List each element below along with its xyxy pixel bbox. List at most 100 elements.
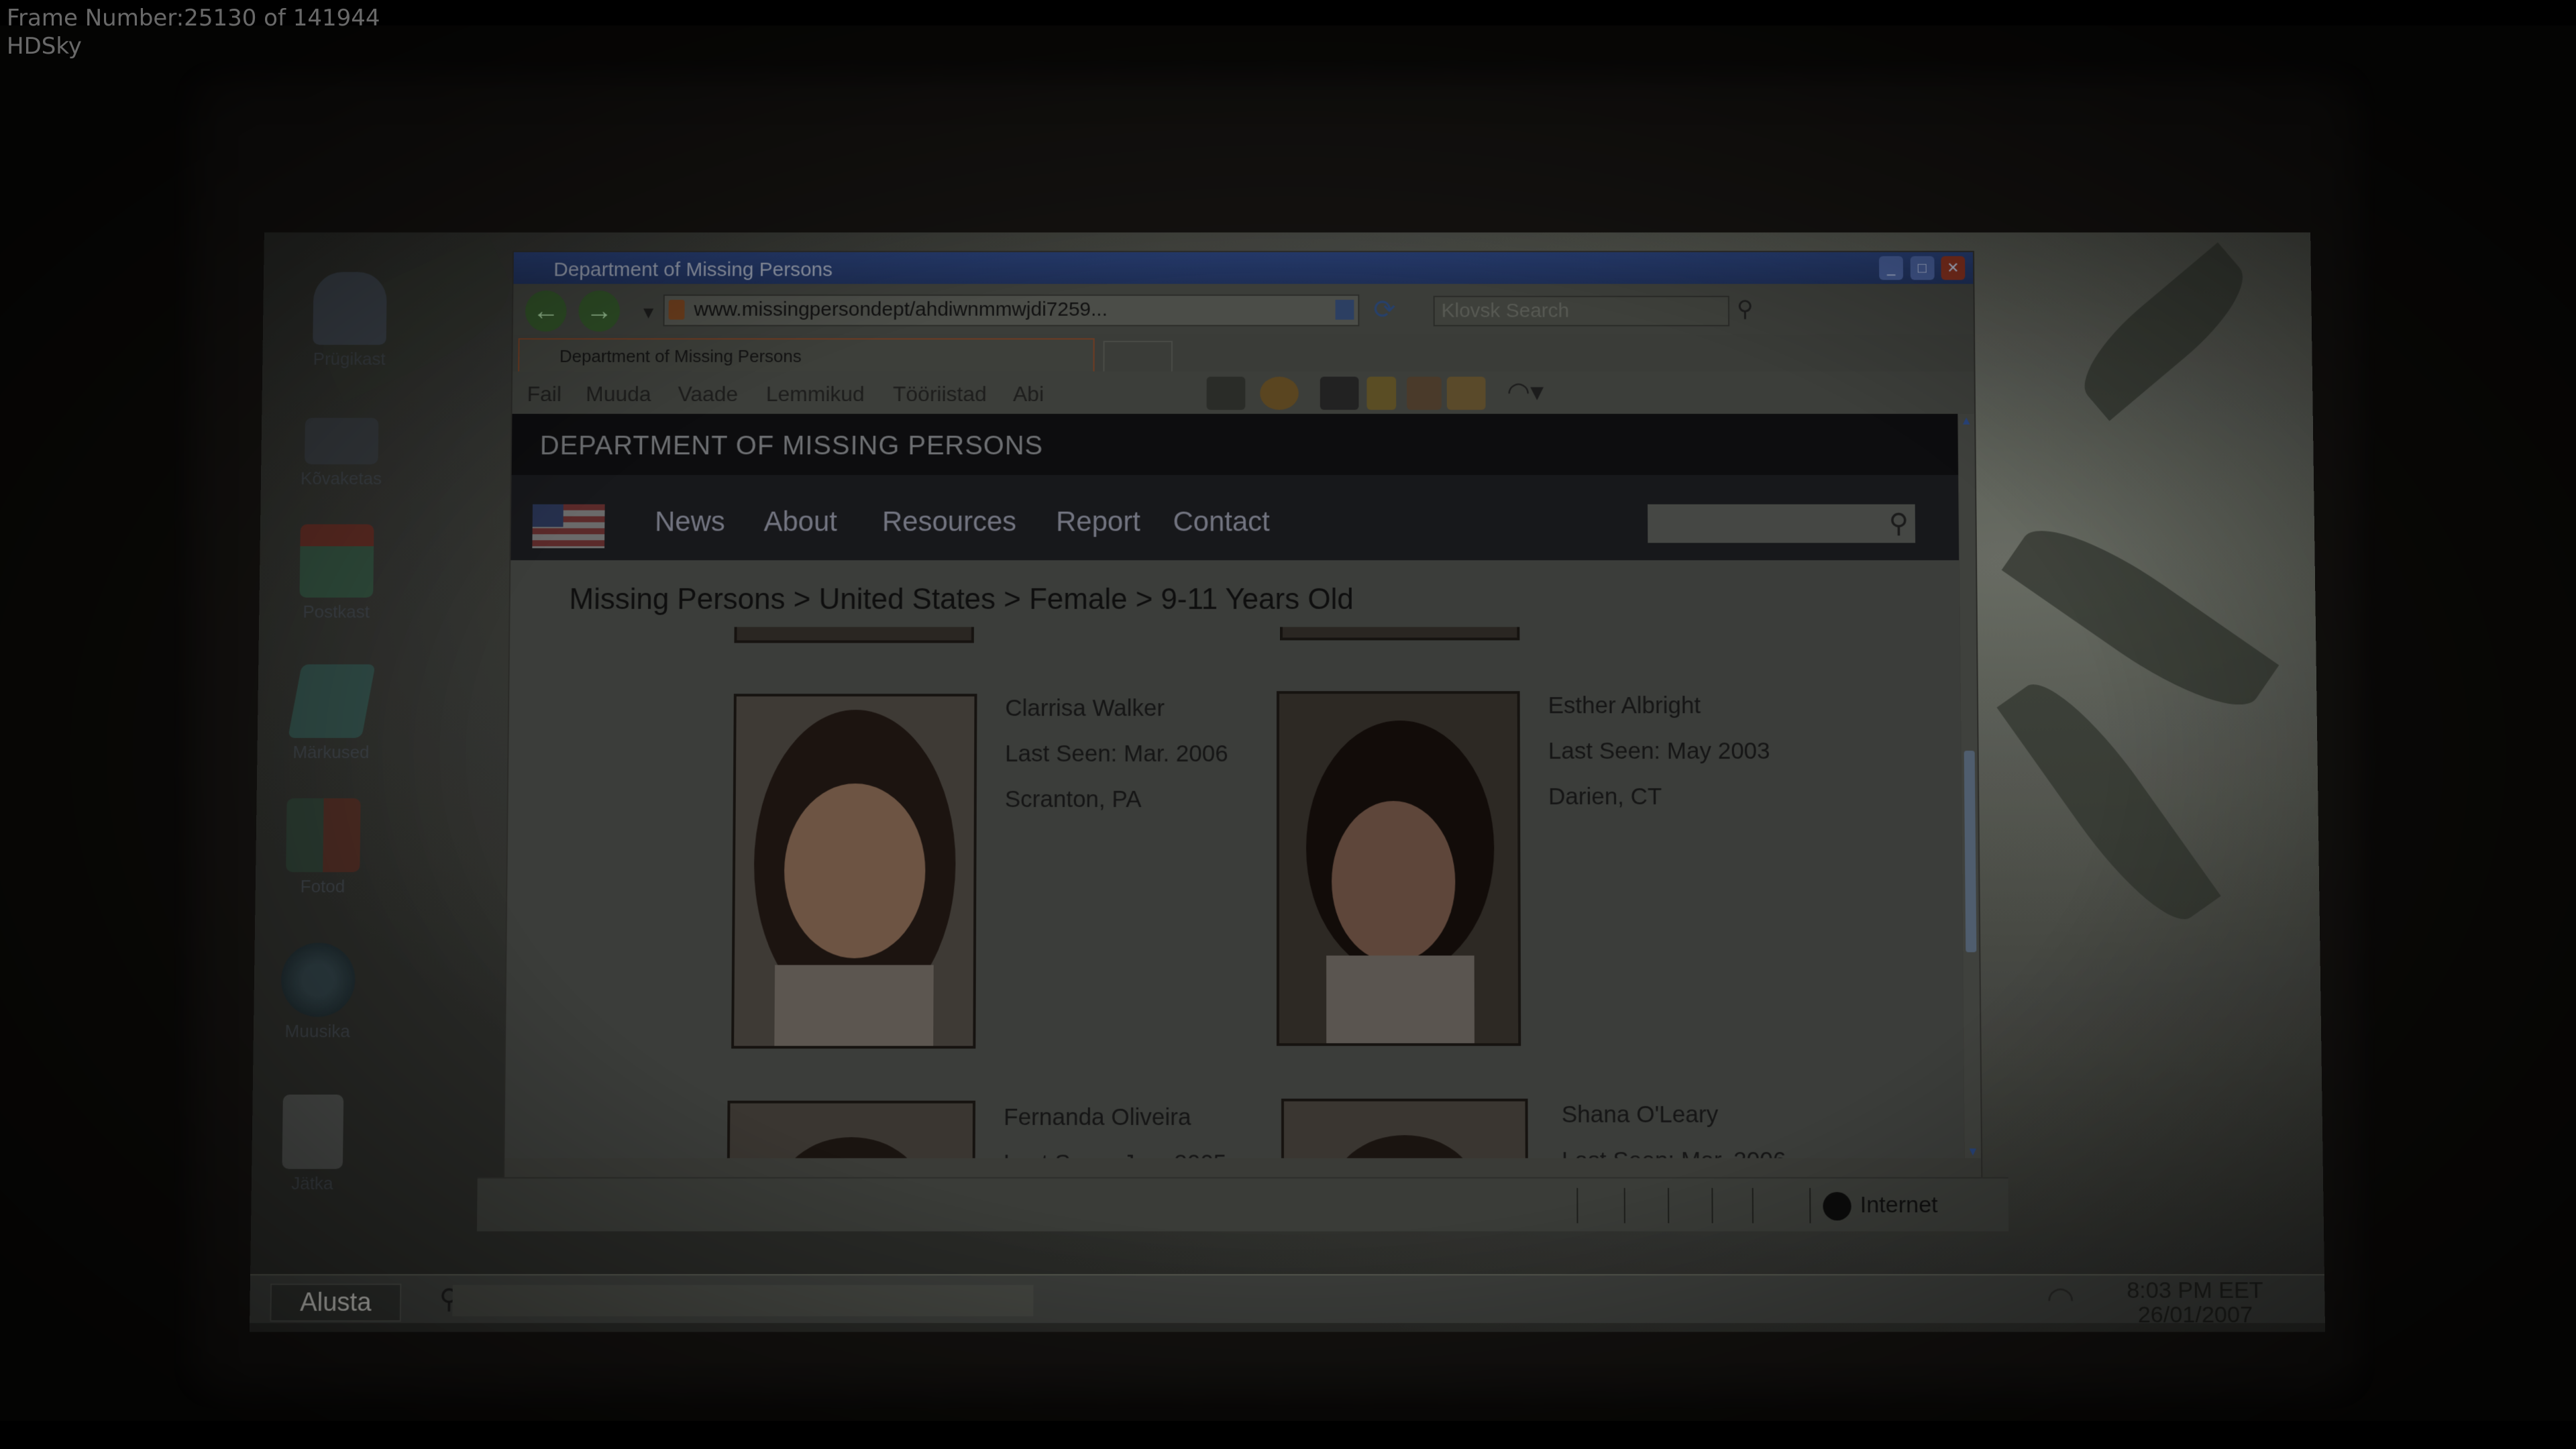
- mail-icon[interactable]: [1446, 376, 1486, 410]
- new-tab-button[interactable]: [1103, 341, 1173, 373]
- nav-news[interactable]: News: [655, 506, 725, 538]
- portrait-image: [734, 696, 975, 1049]
- menu-view[interactable]: Vaade: [678, 382, 738, 407]
- menu-file[interactable]: Fail: [527, 382, 562, 407]
- search-icon[interactable]: ⚲: [1889, 508, 1909, 539]
- breadcrumb: Missing Persons > United States > Female…: [569, 582, 1354, 616]
- tab-missing-persons[interactable]: Department of Missing Persons: [518, 338, 1095, 373]
- person-photo[interactable]: [1276, 691, 1521, 1046]
- person-photo[interactable]: [1281, 1098, 1528, 1159]
- menu-bar: Fail Muuda Vaade Lemmikud Tööriistad Abi…: [512, 371, 1975, 414]
- taskbar-search-field[interactable]: [452, 1285, 1034, 1317]
- address-bar[interactable]: www.missingpersondept/ahdiwnmmwjdi7259..…: [663, 294, 1360, 327]
- contacts-icon[interactable]: [1407, 376, 1442, 410]
- person-name[interactable]: Shana O'Leary: [1562, 1102, 1719, 1128]
- desktop-icon-document[interactable]: Jätka: [262, 1094, 364, 1194]
- site-header: DEPARTMENT OF MISSING PERSONS: [511, 413, 1959, 476]
- lock-icon: [668, 299, 685, 320]
- start-button[interactable]: Alusta: [270, 1283, 402, 1322]
- person-name[interactable]: Esther Albright: [1548, 692, 1701, 719]
- menu-tools[interactable]: Tööriistad: [893, 382, 987, 407]
- desktop-icon-music[interactable]: Muusika: [267, 943, 369, 1042]
- status-divider: [1711, 1187, 1713, 1224]
- favorites-star-icon[interactable]: [1260, 376, 1299, 410]
- desktop-icon-label: Prügikast: [313, 348, 386, 369]
- person-last-seen: Last Seen: Mar. 2006: [1005, 741, 1228, 767]
- desktop-icon-label: Märkused: [292, 742, 370, 763]
- print-icon[interactable]: [1320, 376, 1359, 410]
- status-divider: [1623, 1187, 1625, 1224]
- portrait-image: [729, 1103, 973, 1159]
- note-icon[interactable]: [1366, 376, 1397, 410]
- clock-date: 26/01/2007: [2137, 1301, 2253, 1328]
- hard-drive-icon: [305, 417, 379, 465]
- mailbox-icon: [299, 524, 374, 598]
- status-divider: [1668, 1187, 1670, 1224]
- person-photo[interactable]: [727, 1100, 976, 1159]
- scrollbar-thumb[interactable]: [1964, 751, 1977, 953]
- browser-search-input[interactable]: Klovsk Search: [1433, 295, 1730, 327]
- notes-icon: [288, 664, 376, 739]
- window-title: Department of Missing Persons: [553, 258, 833, 281]
- status-zone: Internet: [1860, 1191, 1938, 1218]
- screen: Prügikast Kõvaketas Postkast Märkused Fo…: [249, 232, 2326, 1332]
- nav-resources[interactable]: Resources: [882, 506, 1016, 538]
- desktop-icon-recycle-bin[interactable]: Prügikast: [299, 272, 400, 369]
- music-icon: [280, 943, 356, 1017]
- maximize-button[interactable]: □: [1910, 256, 1935, 280]
- person-photo[interactable]: [731, 694, 977, 1049]
- tab-label: Department of Missing Persons: [559, 346, 802, 366]
- wifi-dropdown-icon[interactable]: ◠▾: [1507, 377, 1580, 410]
- status-divider: [1752, 1187, 1754, 1224]
- wallpaper-leaf: [2065, 242, 2261, 421]
- person-name[interactable]: Fernanda Oliveira: [1004, 1104, 1191, 1131]
- back-button[interactable]: ←: [525, 290, 567, 332]
- desktop-icon-label: Postkast: [303, 601, 370, 622]
- menu-favorites[interactable]: Lemmikud: [766, 382, 865, 407]
- nav-contact[interactable]: Contact: [1173, 506, 1270, 538]
- taskbar-clock[interactable]: 8:03 PM EET 26/01/2007: [2114, 1277, 2276, 1328]
- home-icon[interactable]: [1206, 376, 1246, 410]
- history-dropdown-icon[interactable]: ▼: [640, 303, 657, 323]
- site-navigation: News About Resources Report Contact ⚲: [511, 475, 1960, 561]
- forward-button[interactable]: →: [578, 290, 621, 332]
- desktop-icon-label: Jätka: [290, 1173, 333, 1193]
- person-last-seen: Last Seen: May 2003: [1548, 738, 1770, 765]
- menu-edit[interactable]: Muuda: [586, 382, 651, 407]
- nav-about[interactable]: About: [763, 506, 837, 538]
- us-flag-icon: [532, 504, 605, 549]
- wifi-icon[interactable]: ◠: [2046, 1279, 2075, 1318]
- site-search-input[interactable]: ⚲: [1648, 504, 1916, 543]
- person-photo[interactable]: [1280, 627, 1520, 641]
- photos-icon: [286, 798, 361, 873]
- minimize-button[interactable]: _: [1879, 256, 1904, 280]
- close-button[interactable]: ✕: [1941, 256, 1966, 280]
- search-icon[interactable]: ⚲: [1737, 296, 1754, 322]
- menu-help[interactable]: Abi: [1013, 382, 1044, 407]
- desktop-icon-notes[interactable]: Märkused: [280, 664, 382, 763]
- desktop-icon-photos[interactable]: Fotod: [272, 798, 374, 897]
- window-titlebar[interactable]: Department of Missing Persons _ □ ✕: [513, 252, 1974, 284]
- person-location: Scranton, PA: [1004, 786, 1142, 812]
- desktop-icon-hard-drive[interactable]: Kõvaketas: [291, 398, 392, 489]
- status-divider: [1576, 1187, 1578, 1224]
- scroll-down-icon[interactable]: ▼: [1966, 1144, 1980, 1158]
- desktop-icon-label: Fotod: [300, 876, 345, 897]
- recycle-bin-icon: [313, 272, 387, 345]
- desktop-icon-mailbox[interactable]: Postkast: [286, 524, 387, 622]
- person-last-seen: Last Seen: Mar. 2006: [1562, 1147, 1786, 1158]
- person-photo[interactable]: [734, 627, 974, 643]
- person-name[interactable]: Clarrisa Walker: [1005, 695, 1165, 722]
- status-divider: [1809, 1187, 1811, 1224]
- source-label: HDSky: [7, 33, 82, 60]
- nav-report[interactable]: Report: [1056, 506, 1140, 538]
- site-title: DEPARTMENT OF MISSING PERSONS: [539, 431, 1044, 461]
- person-last-seen: Last Seen: Jun. 2005: [1004, 1150, 1227, 1158]
- scroll-up-icon[interactable]: ▲: [1960, 414, 1973, 427]
- desktop-icon-label: Kõvaketas: [300, 468, 382, 488]
- refresh-icon[interactable]: ⟳: [1373, 294, 1395, 325]
- portrait-image: [1279, 694, 1519, 1046]
- address-dropdown-icon[interactable]: [1335, 299, 1354, 320]
- browser-navbar: ← → ▼ www.missingpersondept/ahdiwnmmwjdi…: [513, 284, 1974, 335]
- frame-number-label: Frame Number:25130 of 141944: [7, 5, 380, 32]
